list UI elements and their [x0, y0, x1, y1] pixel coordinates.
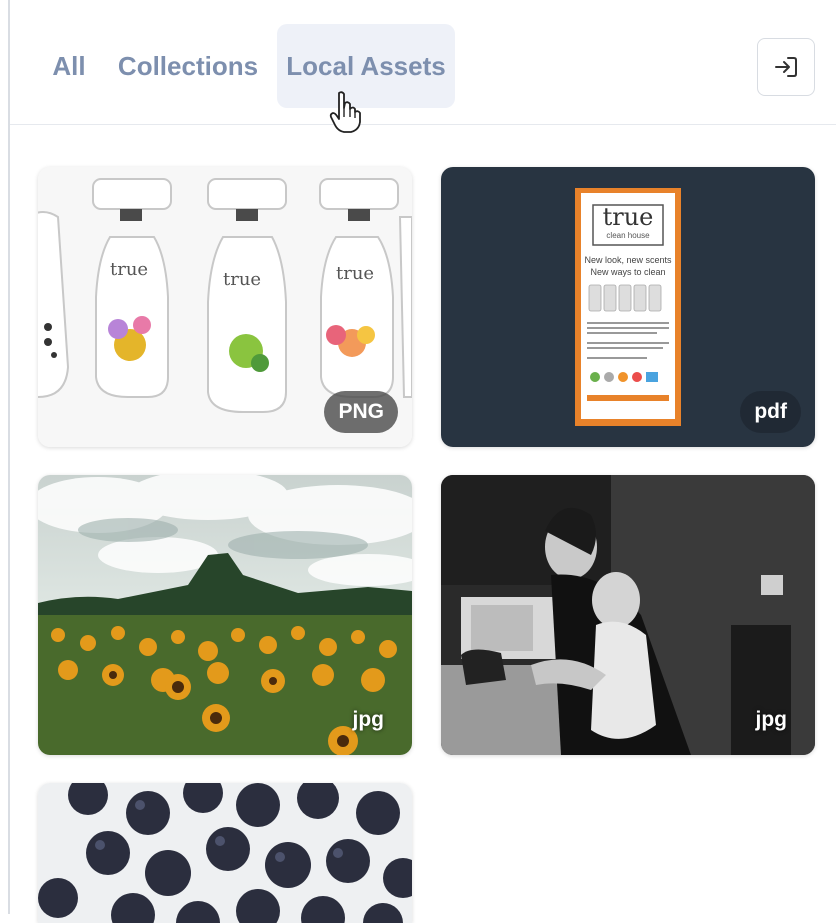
tab-local-assets[interactable]: Local Assets	[277, 24, 455, 108]
tab-all[interactable]: All	[40, 24, 98, 108]
flyer-brand: true	[602, 203, 654, 231]
flyer-headline-1: New look, new scents	[584, 255, 672, 265]
svg-text:true: true	[110, 259, 148, 280]
asset-card[interactable]: true true true PNG	[38, 167, 412, 447]
panel-divider	[8, 0, 10, 914]
file-type-badge: jpg	[352, 708, 385, 731]
asset-card[interactable]	[38, 783, 412, 923]
file-type-badge: jpg	[755, 708, 788, 731]
svg-text:true: true	[336, 263, 374, 284]
file-type-badge: pdf	[740, 391, 801, 433]
file-type-badge: PNG	[324, 391, 398, 433]
asset-tab-bar: All Collections Local Assets	[10, 0, 836, 125]
blueberries-thumbnail	[38, 783, 412, 923]
flyer-headline-2: New ways to clean	[590, 267, 666, 277]
asset-card[interactable]: true clean house New look, new scents Ne…	[441, 167, 815, 447]
collapse-panel-button[interactable]	[757, 38, 815, 96]
asset-card[interactable]: jpg	[441, 475, 815, 755]
hand-cursor-icon	[329, 91, 361, 133]
tab-collections[interactable]: Collections	[110, 24, 266, 108]
asset-card[interactable]: jpg	[38, 475, 412, 755]
flyer-subtitle: clean house	[606, 231, 650, 240]
svg-text:true: true	[223, 269, 261, 290]
sign-in-arrow-icon	[775, 57, 797, 77]
